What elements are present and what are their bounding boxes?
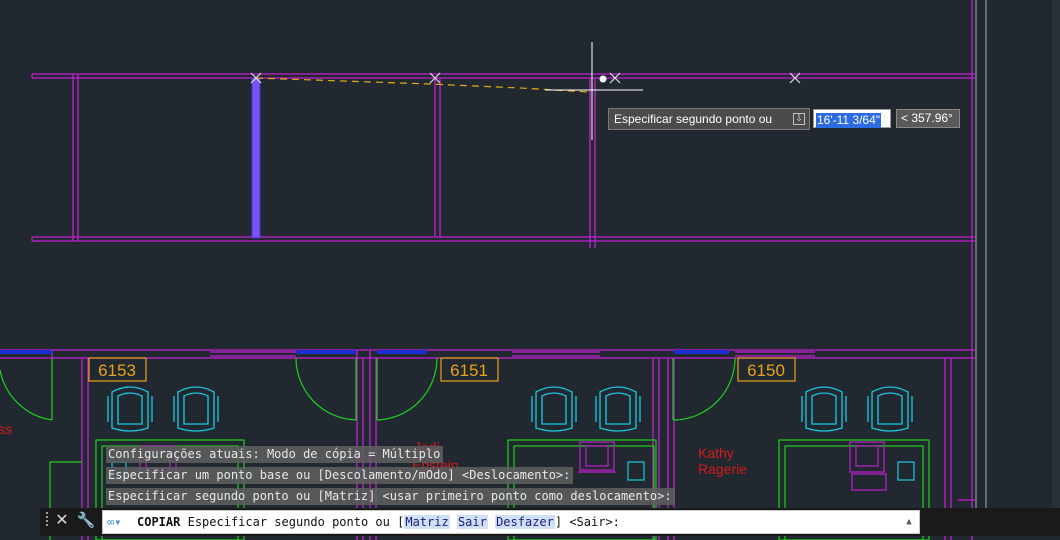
drawing-area[interactable]: 6153 6151 6150 ss Jodi Epstein Kathy Rag… [0, 0, 1060, 540]
chairs [107, 386, 913, 432]
grip-handle[interactable] [44, 510, 50, 532]
command-prompt-text: Especificar segundo ponto ou [ [187, 515, 405, 529]
distance-input[interactable]: 16'-11 3/64" [813, 109, 891, 128]
viewport-edge [1052, 0, 1060, 508]
occupant-name-ragerie: Ragerie [698, 461, 747, 477]
occupant-name-kathy: Kathy [698, 445, 734, 461]
command-line-bar: ✕ 🔧 ∞▾ COPIAR Especificar segundo ponto … [40, 508, 1060, 536]
option-sair[interactable]: Sair [456, 515, 488, 529]
command-prompt: COPIAR Especificar segundo ponto ou [Mat… [137, 511, 620, 533]
room-number-6150: 6150 [747, 361, 785, 380]
option-desfazer[interactable]: Desfazer [495, 515, 555, 529]
close-icon[interactable]: ✕ [54, 511, 70, 531]
download-icon[interactable]: ⇩ [793, 113, 805, 125]
partition-frame[interactable] [31, 73, 975, 248]
history-line-1: Configurações atuais: Modo de cópia = Mú… [106, 446, 444, 463]
history-line-2: Especificar um ponto base ou [Descolamen… [106, 467, 574, 484]
command-input[interactable]: ∞▾ COPIAR Especificar segundo ponto ou [… [102, 510, 920, 534]
wrench-icon[interactable]: 🔧 [76, 511, 96, 531]
room-number-6151: 6151 [450, 361, 488, 380]
angle-input[interactable]: < 357.96° [896, 109, 960, 128]
chevron-up-icon[interactable]: ▲ [903, 514, 915, 530]
recent-commands-icon[interactable]: ∞▾ [107, 515, 129, 529]
border-lines [975, 0, 987, 508]
occupant-name-left: ss [0, 421, 12, 437]
option-matriz[interactable]: Matriz [404, 515, 450, 529]
distance-value: 16'-11 3/64" [816, 113, 882, 128]
room-tags [88, 357, 796, 382]
history-line-3: Especificar segundo ponto ou [Matriz] <u… [106, 488, 675, 505]
dynamic-input-prompt-text: Especificar segundo ponto ou [614, 112, 773, 126]
rubberband-line [255, 77, 591, 93]
command-suffix: ] <Sair>: [554, 515, 620, 529]
angle-value: < 357.96° [901, 111, 953, 125]
dynamic-input-prompt: Especificar segundo ponto ou ⇩ [608, 108, 810, 130]
command-name: COPIAR [137, 515, 181, 529]
selected-stud[interactable] [251, 77, 261, 239]
room-number-6153: 6153 [98, 361, 136, 380]
